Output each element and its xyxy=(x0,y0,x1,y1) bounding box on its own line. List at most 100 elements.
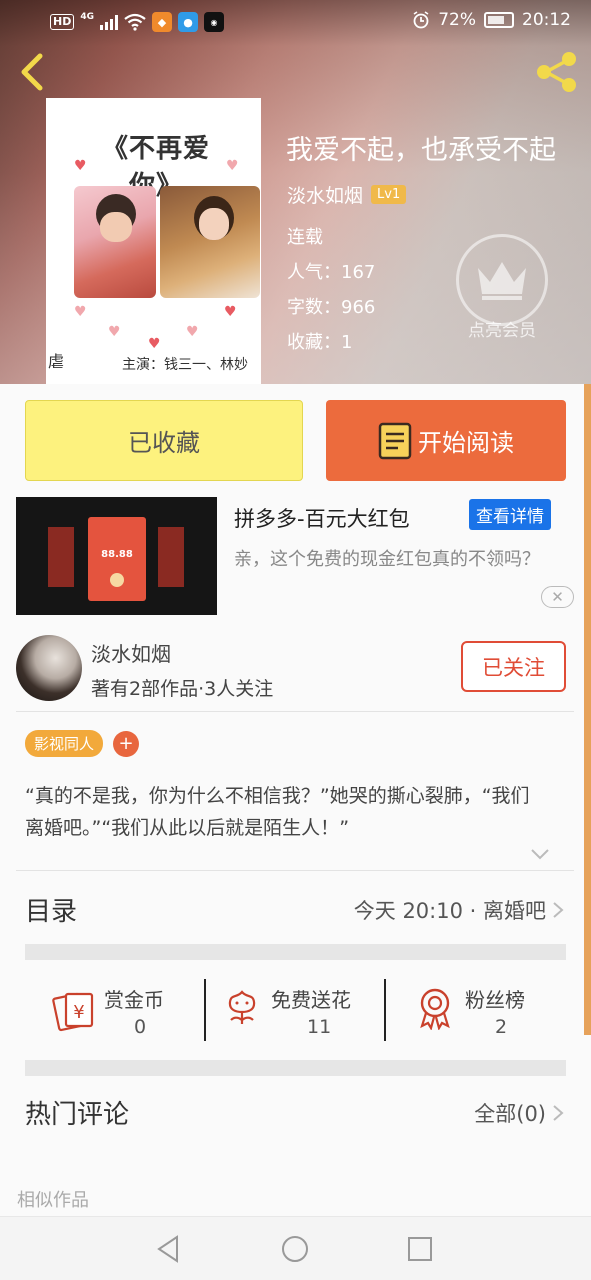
book-author-line: 淡水如烟 Lv1 xyxy=(287,181,407,208)
ad-banner[interactable]: 88.88 拼多多-百元大红包 查看详情 亲，这个免费的现金红包真的不领吗？ ✕ xyxy=(16,497,575,615)
comments-label: 热门评论 xyxy=(25,1100,130,1130)
synopsis: “真的不是我，你为什么不相信我？”她哭的撕心裂肺，“我们离婚吧。”“我们从此以后… xyxy=(25,785,530,839)
heart-icon: ♥ xyxy=(186,324,199,340)
book-word-count: 字数：966 xyxy=(287,297,376,318)
ad-description: 亲，这个免费的现金红包真的不领吗？ xyxy=(234,549,540,570)
nav-home-icon[interactable] xyxy=(279,1233,311,1265)
medal-icon xyxy=(420,988,450,1030)
heart-icon: ♥ xyxy=(74,158,87,174)
ad-title: 拼多多-百元大红包 xyxy=(234,507,410,531)
author-info: 著有2部作品·3人关注 xyxy=(91,678,274,700)
divider xyxy=(204,979,206,1041)
clock: 20:12 xyxy=(522,10,571,30)
free-flower-count: 11 xyxy=(307,1016,332,1038)
add-tag-button[interactable]: + xyxy=(113,730,140,757)
ad-close-button[interactable]: ✕ xyxy=(541,586,574,608)
expand-synopsis-button[interactable] xyxy=(530,844,550,864)
status-bar: HD 4G ◆ ● ◉ 72% 20:12 xyxy=(0,0,591,46)
share-icon xyxy=(537,52,576,92)
cover-mark: 虐 xyxy=(48,352,65,371)
reward-coin-label: 赏金币 xyxy=(104,988,164,1012)
catalog-latest: 今天 20:10 · 离婚吧 xyxy=(353,899,546,923)
free-flower-label: 免费送花 xyxy=(271,988,351,1012)
book-stats: 连载 人气：167 字数：966 收藏：1 xyxy=(287,226,375,366)
cover-photo-female xyxy=(160,186,260,298)
reward-coin-icon: ¥ xyxy=(52,992,94,1032)
vip-button[interactable]: 点亮会员 xyxy=(456,234,548,357)
svg-text:¥: ¥ xyxy=(73,1002,84,1023)
collected-button[interactable]: 已收藏 xyxy=(25,400,303,481)
wifi-icon xyxy=(124,13,146,31)
system-nav-bar xyxy=(0,1216,591,1280)
section-separator xyxy=(25,1060,566,1076)
start-reading-label: 开始阅读 xyxy=(418,429,514,457)
back-button[interactable] xyxy=(14,52,54,92)
chevron-down-icon xyxy=(531,849,549,860)
nav-recent-icon[interactable] xyxy=(404,1233,436,1265)
flower-icon xyxy=(228,990,256,1024)
crown-icon xyxy=(478,262,526,300)
start-reading-button[interactable]: 开始阅读 xyxy=(326,400,566,481)
back-icon xyxy=(21,53,43,91)
vip-badge xyxy=(456,234,548,326)
ad-details-button[interactable]: 查看详情 xyxy=(469,499,551,530)
red-packet: 88.88 xyxy=(88,517,146,601)
similar-works-label: 相似作品 xyxy=(17,1190,89,1211)
book-icon xyxy=(378,422,412,459)
section-separator xyxy=(25,944,566,960)
author-card[interactable]: 淡水如烟 著有2部作品·3人关注 已关注 xyxy=(0,628,591,710)
battery-percent: 72% xyxy=(438,10,476,30)
avatar[interactable] xyxy=(16,635,82,701)
battery-icon xyxy=(484,12,514,28)
tag-item[interactable]: 影视同人 xyxy=(25,730,104,757)
ad-image: 88.88 xyxy=(16,497,217,615)
network-type: 4G xyxy=(80,12,94,22)
book-status: 连载 xyxy=(287,227,323,248)
scrollbar[interactable] xyxy=(584,384,591,1035)
divider xyxy=(16,711,574,712)
qq-app-icon: ● xyxy=(178,12,198,32)
vip-label: 点亮会员 xyxy=(468,321,536,341)
tag-row: 影视同人 + xyxy=(25,730,140,757)
heart-icon: ♥ xyxy=(224,304,237,320)
fan-ranking-label: 粉丝榜 xyxy=(465,988,525,1012)
book-title: 我爱不起，也承受不起 xyxy=(286,135,556,166)
app-notification-icon: ◉ xyxy=(204,12,224,32)
author-name: 淡水如烟 xyxy=(91,642,171,666)
divider xyxy=(16,870,574,871)
comments-row[interactable]: 热门评论 全部(0) xyxy=(0,1076,591,1150)
heart-icon: ♥ xyxy=(108,324,121,340)
book-popularity: 人气：167 xyxy=(287,262,376,283)
hd-indicator: HD xyxy=(50,14,75,30)
interaction-bar: ¥ 赏金币 0 免费送花 11 粉丝榜 2 xyxy=(25,976,566,1044)
book-favorites: 收藏：1 xyxy=(287,332,353,353)
cover-cast: 主演：钱三一、林妙 xyxy=(122,357,248,373)
book-header: HD 4G ◆ ● ◉ 72% 20:12 《不再爱你》 ♥ ♥ ♥ ♥ ♥ ♥… xyxy=(0,0,591,384)
alarm-icon xyxy=(413,11,429,29)
book-cover[interactable]: 《不再爱你》 ♥ ♥ ♥ ♥ ♥ ♥ ♥ 虐 主演：钱三一、林妙 xyxy=(46,98,261,384)
chevron-right-icon xyxy=(553,1105,564,1121)
chevron-right-icon xyxy=(553,902,564,918)
reward-coin-button[interactable]: ¥ 赏金币 0 xyxy=(50,976,200,1044)
level-badge: Lv1 xyxy=(371,185,407,204)
nav-back-icon[interactable] xyxy=(153,1233,185,1265)
comments-all: 全部(0) xyxy=(474,1102,546,1126)
uc-app-icon: ◆ xyxy=(152,12,172,32)
follow-button[interactable]: 已关注 xyxy=(461,641,566,692)
free-flower-button[interactable]: 免费送花 11 xyxy=(221,976,381,1044)
reward-coin-count: 0 xyxy=(134,1016,147,1038)
status-left: HD 4G ◆ ● ◉ xyxy=(50,12,224,32)
fan-ranking-button[interactable]: 粉丝榜 2 xyxy=(413,976,563,1044)
catalog-row[interactable]: 目录 今天 20:10 · 离婚吧 xyxy=(0,873,591,947)
fan-ranking-count: 2 xyxy=(495,1016,508,1038)
catalog-label: 目录 xyxy=(25,897,78,927)
signal-icon xyxy=(100,14,118,30)
status-right: 72% 20:12 xyxy=(412,10,571,30)
divider xyxy=(384,979,386,1041)
book-author[interactable]: 淡水如烟 xyxy=(287,181,363,208)
book-detail-content: 已收藏 开始阅读 88.88 拼多多-百元大红包 查看详情 亲，这个免费的现金红… xyxy=(0,384,591,1216)
red-packet-amount: 88.88 xyxy=(101,549,133,560)
cover-photo-male xyxy=(74,186,156,298)
heart-icon: ♥ xyxy=(148,336,161,352)
share-button[interactable] xyxy=(534,50,580,94)
